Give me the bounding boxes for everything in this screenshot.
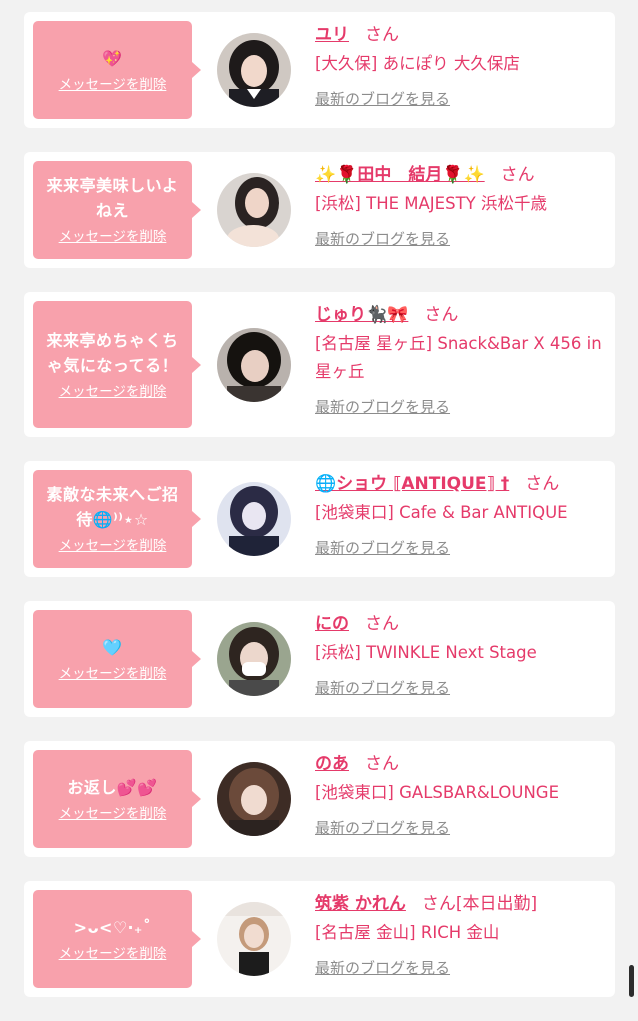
- latest-blog-link[interactable]: 最新のブログを見る: [315, 535, 607, 561]
- delete-message-link[interactable]: メッセージを削除: [59, 382, 167, 402]
- message-card: 💖 メッセージを削除 ユリ さん [大久保] あにぽり 大久保店 最新のブログを見…: [24, 12, 615, 128]
- delete-message-link[interactable]: メッセージを削除: [59, 664, 167, 684]
- sender-name-link[interactable]: じゅり🐈‍⬛🎀: [315, 305, 408, 325]
- delete-message-link[interactable]: メッセージを削除: [59, 804, 167, 824]
- message-text: 素敵な未来へご招待🌐⁾⁾⋆☆: [46, 485, 179, 529]
- shop-name: [浜松] TWINKLE Next Stage: [315, 643, 537, 662]
- sender-name-link[interactable]: ユリ: [315, 25, 349, 45]
- latest-blog-link[interactable]: 最新のブログを見る: [315, 394, 607, 420]
- message-text: 来来亭めちゃくちゃ気になってる！: [46, 330, 179, 375]
- sender-info: ✨🌹田中 結月🌹✨ さん [浜松] THE MAJESTY 浜松千歳 最新のブログ…: [315, 160, 607, 252]
- message-text: 🩵: [102, 637, 123, 657]
- scrollbar[interactable]: [629, 965, 634, 997]
- honorific: さん: [525, 474, 560, 494]
- message-card: 🩵 メッセージを削除 にの さん [浜松] TWINKLE Next Stage …: [24, 601, 615, 717]
- latest-blog-link[interactable]: 最新のブログを見る: [315, 86, 607, 112]
- message-card: >ᴗ<♡‧₊˚ メッセージを削除 筑紫 かれん さん[本日出勤] [名古屋 金山]…: [24, 881, 615, 997]
- avatar-mask-icon[interactable]: [217, 622, 291, 696]
- avatar-brown-hair-icon[interactable]: [217, 762, 291, 836]
- latest-blog-link[interactable]: 最新のブログを見る: [315, 675, 607, 701]
- message-card: 素敵な未来へご招待🌐⁾⁾⋆☆ メッセージを削除 🌐ショウ ⟦ANTIQUE⟧ †…: [24, 461, 615, 577]
- honorific: さん: [424, 305, 459, 325]
- avatar-dark-hair-icon[interactable]: [217, 327, 291, 402]
- message-bubble: >ᴗ<♡‧₊˚ メッセージを削除: [33, 890, 201, 988]
- message-list: 💖 メッセージを削除 ユリ さん [大久保] あにぽり 大久保店 最新のブログを見…: [24, 12, 615, 1021]
- avatar-long-hair-icon[interactable]: [217, 173, 291, 247]
- sender-info: ユリ さん [大久保] あにぽり 大久保店 最新のブログを見る: [315, 20, 607, 112]
- message-card: 来来亭めちゃくちゃ気になってる！ メッセージを削除 じゅり🐈‍⬛🎀 さん [名古屋…: [24, 292, 615, 437]
- delete-message-link[interactable]: メッセージを削除: [59, 536, 167, 556]
- shop-name: [大久保] あにぽり 大久保店: [315, 54, 520, 73]
- message-card: 来来亭美味しいよねえ メッセージを削除 ✨🌹田中 結月🌹✨ さん [浜松] THE…: [24, 152, 615, 268]
- shop-name: [浜松] THE MAJESTY 浜松千歳: [315, 194, 547, 213]
- honorific: さん: [365, 25, 399, 45]
- avatar-dark-hair-icon[interactable]: [217, 33, 291, 107]
- message-text: 来来亭美味しいよねえ: [46, 176, 179, 220]
- honorific: さん: [500, 165, 535, 185]
- message-bubble: 来来亭美味しいよねえ メッセージを削除: [33, 161, 201, 259]
- latest-blog-link[interactable]: 最新のブログを見る: [315, 815, 607, 841]
- sender-name-link[interactable]: 🌐ショウ ⟦ANTIQUE⟧ †: [315, 474, 509, 494]
- message-bubble: 素敵な未来へご招待🌐⁾⁾⋆☆ メッセージを削除: [33, 470, 201, 568]
- avatar-blue-tone-icon[interactable]: [217, 482, 291, 556]
- shop-name: [池袋東口] GALSBAR&LOUNGE: [315, 783, 560, 802]
- message-bubble: 💖 メッセージを削除: [33, 21, 201, 119]
- latest-blog-link[interactable]: 最新のブログを見る: [315, 955, 607, 981]
- message-text: 💖: [102, 48, 123, 68]
- honorific: さん: [421, 894, 456, 914]
- honorific: さん: [365, 614, 399, 634]
- message-bubble: 🩵 メッセージを削除: [33, 610, 201, 708]
- message-text: >ᴗ<♡‧₊˚: [73, 917, 152, 937]
- delete-message-link[interactable]: メッセージを削除: [59, 944, 167, 964]
- sender-name-link[interactable]: にの: [315, 614, 349, 634]
- shop-name: [池袋東口] Cafe & Bar ANTIQUE: [315, 503, 568, 522]
- honorific: さん: [365, 754, 399, 774]
- sender-info: じゅり🐈‍⬛🎀 さん [名古屋 星ヶ丘] Snack&Bar X 456 in 星…: [315, 300, 607, 420]
- message-bubble: お返し💕💕 メッセージを削除: [33, 750, 201, 848]
- sender-name-link[interactable]: ✨🌹田中 結月🌹✨: [315, 165, 485, 185]
- shop-name: [名古屋 星ヶ丘] Snack&Bar X 456 in 星ヶ丘: [315, 334, 602, 381]
- message-bubble: 来来亭めちゃくちゃ気になってる！ メッセージを削除: [33, 301, 201, 428]
- sender-info: 筑紫 かれん さん[本日出勤] [名古屋 金山] RICH 金山 最新のブログを見…: [315, 889, 607, 981]
- sender-info: 🌐ショウ ⟦ANTIQUE⟧ † さん [池袋東口] Cafe & Bar ANT…: [315, 469, 607, 561]
- delete-message-link[interactable]: メッセージを削除: [59, 227, 167, 247]
- message-card: お返し💕💕 メッセージを削除 のあ さん [池袋東口] GALSBAR&LOUNG…: [24, 741, 615, 857]
- status-tag: [本日出勤]: [455, 894, 538, 914]
- sender-name-link[interactable]: 筑紫 かれん: [315, 894, 406, 914]
- sender-name-link[interactable]: のあ: [315, 754, 349, 774]
- sender-info: にの さん [浜松] TWINKLE Next Stage 最新のブログを見る: [315, 609, 607, 701]
- shop-name: [名古屋 金山] RICH 金山: [315, 923, 500, 942]
- delete-message-link[interactable]: メッセージを削除: [59, 75, 167, 95]
- sender-info: のあ さん [池袋東口] GALSBAR&LOUNGE 最新のブログを見る: [315, 749, 607, 841]
- avatar-poster-icon[interactable]: [217, 902, 291, 976]
- message-text: お返し💕💕: [67, 777, 158, 797]
- latest-blog-link[interactable]: 最新のブログを見る: [315, 226, 607, 252]
